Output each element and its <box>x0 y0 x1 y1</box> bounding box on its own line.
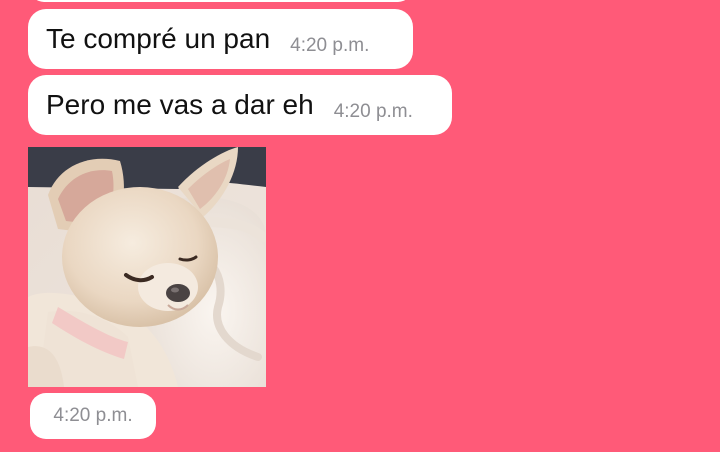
photo-timestamp: 4:20 p.m. <box>53 405 133 426</box>
message-timestamp: 4:20 p.m. <box>290 35 370 56</box>
message-bubble[interactable]: Te compré un pan 4:20 p.m. <box>28 9 413 69</box>
message-text: Pero me vas a dar eh <box>46 89 314 120</box>
photo-timestamp-bubble: 4:20 p.m. <box>30 393 156 439</box>
chat-thread: Te compré un pan 4:20 p.m. Pero me vas a… <box>0 0 720 452</box>
message-bubble[interactable]: Pero me vas a dar eh 4:20 p.m. <box>28 75 452 135</box>
photo-message-chihuahua[interactable] <box>28 147 266 387</box>
message-timestamp: 4:20 p.m. <box>333 101 413 122</box>
chihuahua-photo <box>28 147 266 387</box>
previous-message-bubble[interactable] <box>30 0 412 2</box>
message-text: Te compré un pan <box>46 23 271 54</box>
